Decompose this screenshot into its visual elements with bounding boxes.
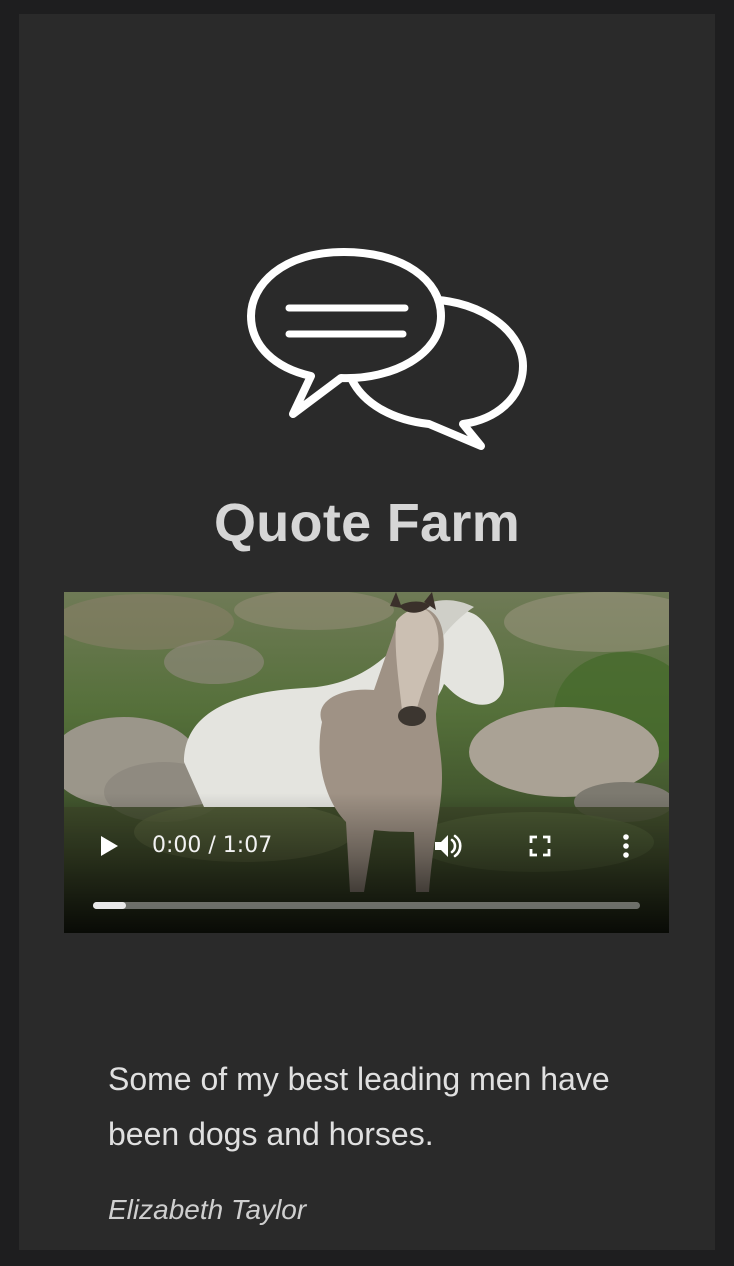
quote-card: Quote Farm 0:00 / 1:07 Some of my best l… [19, 14, 715, 1250]
fullscreen-icon [529, 835, 551, 857]
video-player[interactable]: 0:00 / 1:07 [64, 592, 669, 933]
video-progress-fill [93, 902, 126, 909]
volume-icon [435, 834, 462, 858]
app-title: Quote Farm [213, 493, 521, 553]
play-button[interactable] [94, 828, 124, 864]
speech-bubbles-icon [223, 238, 535, 460]
more-options-icon [623, 834, 629, 858]
volume-button[interactable] [428, 828, 468, 864]
more-options-button[interactable] [612, 828, 640, 864]
fullscreen-button[interactable] [520, 828, 560, 864]
play-icon [101, 836, 118, 856]
video-controls: 0:00 / 1:07 [64, 828, 669, 888]
video-time: 0:00 / 1:07 [152, 833, 273, 858]
video-progress-bar[interactable] [93, 902, 640, 909]
quote-text: Some of my best leading men have been do… [108, 1061, 610, 1152]
quote-author: Elizabeth Taylor [108, 1194, 307, 1225]
